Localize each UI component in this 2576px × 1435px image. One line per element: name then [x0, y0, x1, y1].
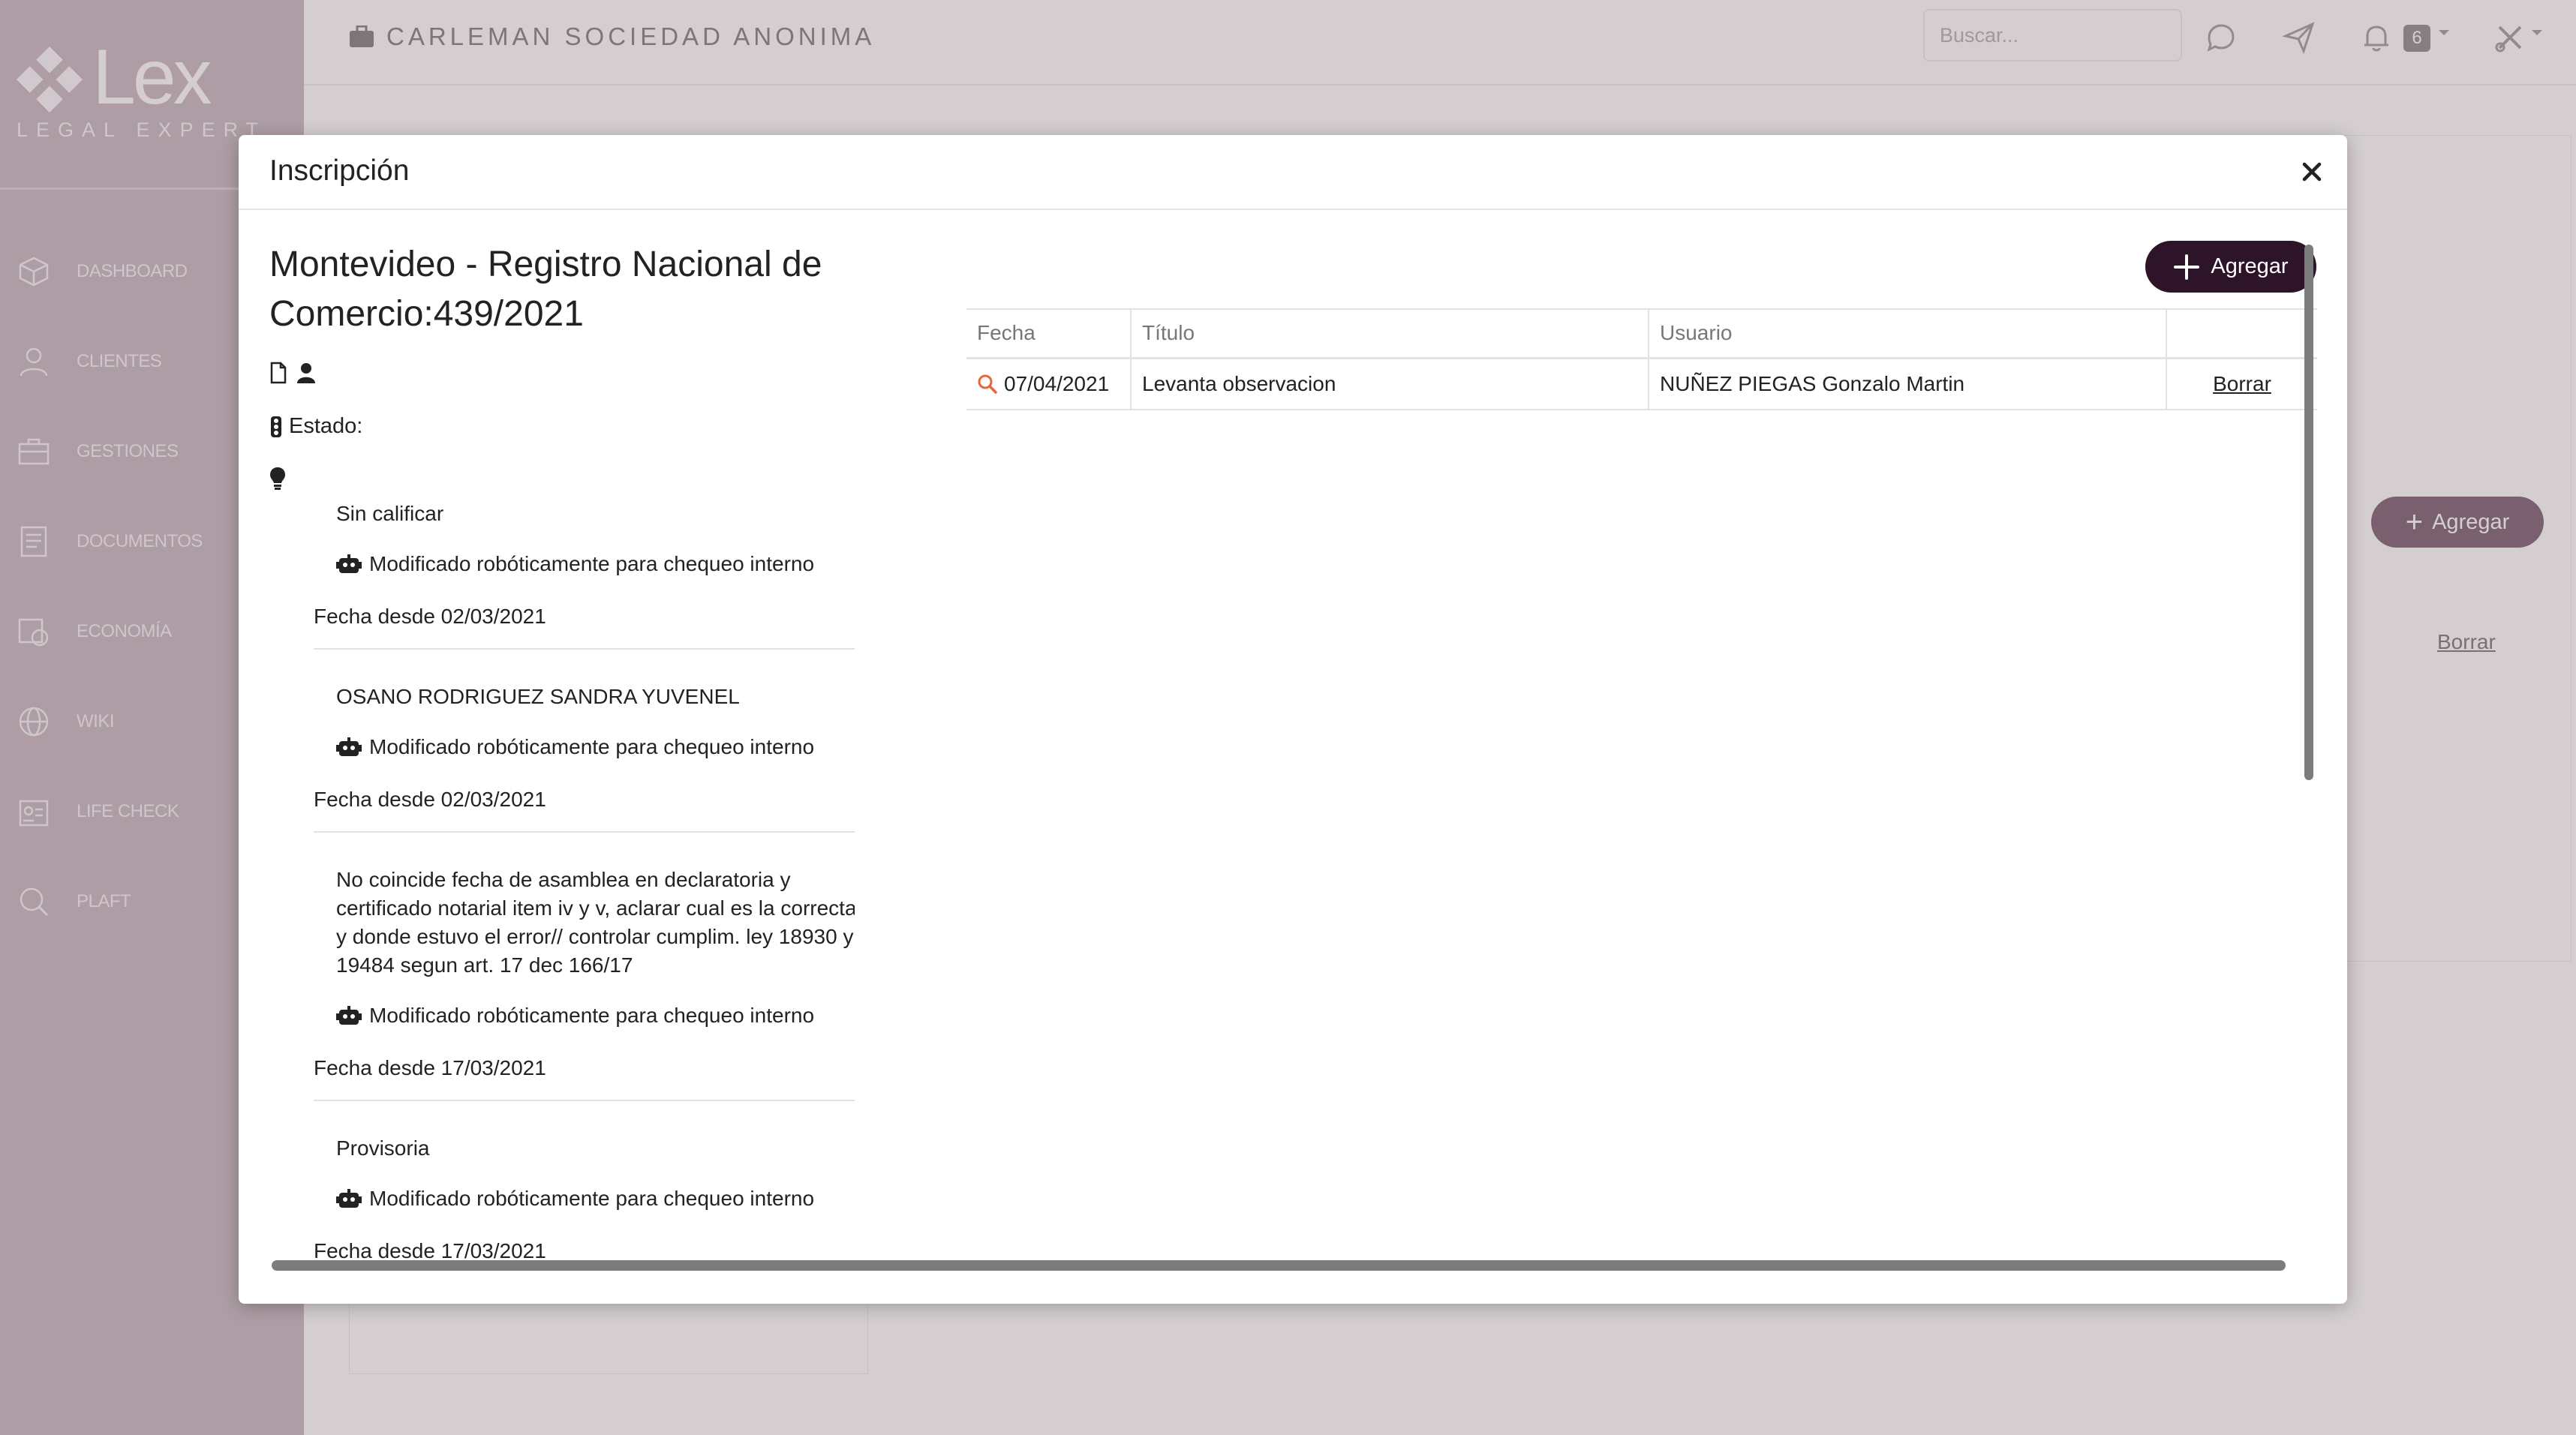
observation-note: Modificado robóticamente para chequeo in…	[336, 1004, 814, 1028]
robot-icon	[336, 737, 362, 756]
observation-text: No coincide fecha de asamblea en declara…	[336, 868, 855, 977]
estado-label: Estado:	[289, 414, 363, 438]
registry-details: Montevideo - Registro Nacional de Comerc…	[269, 240, 855, 1275]
observation-separator	[314, 831, 855, 833]
observation-text: OSANO RODRIGUEZ SANDRA YUVENEL	[336, 685, 740, 708]
search-icon[interactable]	[977, 374, 998, 395]
traffic-light-icon	[271, 416, 281, 437]
plus-icon	[2174, 254, 2200, 280]
observation-separator	[314, 648, 855, 650]
modal-header: Inscripción	[239, 135, 2347, 210]
table-cell-usuario: NUÑEZ PIEGAS Gonzalo Martin	[1649, 359, 2167, 410]
observation-text: Sin calificar	[336, 502, 444, 525]
close-icon[interactable]	[2295, 155, 2329, 189]
horizontal-scrollbar[interactable]	[272, 1260, 2286, 1271]
column-header-actions	[2167, 308, 2317, 359]
observation-text: Provisoria	[336, 1136, 430, 1160]
observation-date: Fecha desde 02/03/2021	[314, 605, 546, 628]
registry-title: Montevideo - Registro Nacional de Comerc…	[269, 245, 822, 334]
observation-date: Fecha desde 02/03/2021	[314, 788, 546, 811]
registry-icons	[269, 362, 316, 384]
column-header-usuario[interactable]: Usuario	[1649, 308, 2167, 359]
observation-note: Modificado robóticamente para chequeo in…	[336, 735, 814, 759]
table-cell-actions: Borrar	[2167, 359, 2317, 410]
lightbulb-icon	[270, 467, 285, 490]
agregar-button[interactable]: Agregar	[2145, 241, 2316, 293]
user-icon[interactable]	[296, 362, 316, 384]
vertical-scrollbar[interactable]	[2304, 245, 2313, 780]
column-header-titulo[interactable]: Título	[1132, 308, 1649, 359]
inscripcion-modal: Inscripción Montevideo - Registro Nacion…	[239, 135, 2347, 1304]
borrar-link[interactable]: Borrar	[2213, 372, 2271, 396]
table-cell-fecha: 07/04/2021	[966, 359, 1132, 410]
modal-title: Inscripción	[269, 155, 410, 187]
observation-separator	[314, 1100, 855, 1101]
estado-row: Estado:	[269, 414, 362, 439]
column-header-fecha[interactable]: Fecha	[966, 308, 1132, 359]
file-icon[interactable]	[269, 362, 287, 384]
observation-note: Modificado robóticamente para chequeo in…	[336, 552, 814, 576]
table-cell-titulo: Levanta observacion	[1132, 359, 1649, 410]
robot-icon	[336, 1006, 362, 1025]
robot-icon	[336, 554, 362, 573]
robot-icon	[336, 1189, 362, 1208]
observation-note: Modificado robóticamente para chequeo in…	[336, 1187, 814, 1211]
observation-date: Fecha desde 17/03/2021	[314, 1056, 546, 1079]
